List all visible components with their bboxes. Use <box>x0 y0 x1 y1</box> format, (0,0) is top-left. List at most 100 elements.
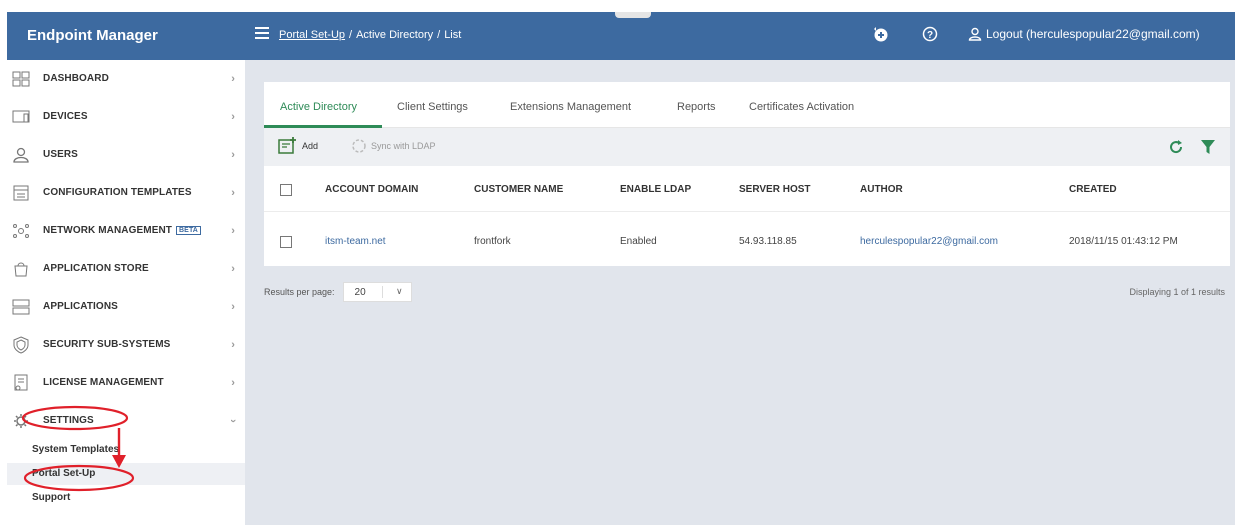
sidebar-item-settings[interactable]: SETTINGS › <box>7 402 245 439</box>
license-icon <box>11 374 31 392</box>
devices-icon <box>11 108 31 126</box>
sidebar-item-users[interactable]: USERS › <box>7 136 245 173</box>
toolbar: Add Sync with LDAP <box>264 128 1230 166</box>
shield-icon <box>11 335 31 354</box>
sidebar-subitem-support[interactable]: Support <box>7 487 245 509</box>
breadcrumb-active-directory: Active Directory <box>356 29 434 41</box>
add-document-icon <box>278 137 296 154</box>
tab-bar: Active Directory Client Settings Extensi… <box>264 82 1230 128</box>
breadcrumb-portal-setup[interactable]: Portal Set-Up <box>279 29 345 41</box>
sync-ldap-button[interactable]: Sync with LDAP <box>351 138 436 154</box>
row-checkbox[interactable] <box>280 236 292 248</box>
sidebar-item-devices[interactable]: DEVICES › <box>7 98 245 135</box>
server-host-cell: 54.93.118.85 <box>739 236 797 247</box>
pagination-controls: Results per page: 20 ∨ <box>264 282 412 302</box>
sidebar-item-license-management[interactable]: LICENSE MANAGEMENT › <box>7 364 245 401</box>
enable-ldap-cell: Enabled <box>620 236 657 247</box>
column-header-author[interactable]: AUTHOR <box>860 184 903 195</box>
sidebar-item-application-store[interactable]: APPLICATION STORE › <box>7 250 245 287</box>
add-widget-icon[interactable] <box>872 26 888 42</box>
select-all-checkbox[interactable] <box>280 184 292 196</box>
sidebar-item-security-sub-systems[interactable]: SECURITY SUB-SYSTEMS › <box>7 326 245 363</box>
add-button-label: Add <box>302 140 319 151</box>
created-cell: 2018/11/15 01:43:12 PM <box>1069 236 1178 247</box>
tab-certificates-activation[interactable]: Certificates Activation <box>749 101 854 113</box>
gear-icon <box>11 412 31 430</box>
sidebar-subitem-system-templates[interactable]: System Templates <box>7 439 245 461</box>
logout-label: Logout (herculespopular22@gmail.com) <box>986 27 1200 41</box>
help-icon[interactable]: ? <box>922 26 938 42</box>
sidebar-item-label: DEVICES <box>43 111 88 122</box>
results-summary: Displaying 1 of 1 results <box>1129 287 1225 297</box>
hamburger-menu-icon[interactable] <box>255 27 269 39</box>
chevron-down-icon: ∨ <box>395 286 403 296</box>
results-per-page-select[interactable]: 20 ∨ <box>342 282 412 302</box>
table-row[interactable]: itsm-team.net frontfork Enabled 54.93.11… <box>264 212 1230 264</box>
applications-icon <box>11 298 31 316</box>
tab-active-directory[interactable]: Active Directory <box>280 101 357 113</box>
chevron-down-icon: › <box>227 419 240 423</box>
beta-badge: BETA <box>176 226 201 235</box>
chevron-right-icon: › <box>231 377 235 389</box>
sidebar-item-label: APPLICATION STORE <box>43 263 149 274</box>
chevron-right-icon: › <box>231 339 235 351</box>
column-header-account-domain[interactable]: ACCOUNT DOMAIN <box>325 184 418 195</box>
chevron-right-icon: › <box>231 73 235 85</box>
sidebar-item-label: APPLICATIONS <box>43 301 118 312</box>
header-bar: Portal Set-Up / Active Directory / List ? Lo… <box>245 12 1235 60</box>
sidebar-item-dashboard[interactable]: DASHBOARD › <box>7 60 245 97</box>
tab-client-settings[interactable]: Client Settings <box>397 101 468 113</box>
app-brand: Endpoint Manager <box>7 12 245 60</box>
per-page-value: 20 <box>354 286 366 298</box>
column-header-server-host[interactable]: SERVER HOST <box>739 184 811 195</box>
tab-extensions-management[interactable]: Extensions Management <box>510 101 631 113</box>
column-header-enable-ldap[interactable]: ENABLE LDAP <box>620 184 691 195</box>
filter-icon[interactable] <box>1201 139 1215 155</box>
sidebar-item-label: LICENSE MANAGEMENT <box>43 377 164 388</box>
chevron-right-icon: › <box>231 187 235 199</box>
app-title: Endpoint Manager <box>27 27 158 44</box>
network-icon <box>11 222 31 240</box>
tab-reports[interactable]: Reports <box>677 101 716 113</box>
sidebar-item-applications[interactable]: APPLICATIONS › <box>7 288 245 325</box>
add-button[interactable]: Add <box>278 137 318 154</box>
breadcrumb-list: List <box>444 29 462 41</box>
sidebar-item-label: NETWORK MANAGEMENT <box>43 225 173 236</box>
sidebar-item-network-management[interactable]: NETWORK MANAGEMENT BETA › <box>7 212 245 249</box>
chevron-right-icon: › <box>231 301 235 313</box>
sidebar-item-label: USERS <box>43 149 78 160</box>
sync-icon <box>352 139 366 153</box>
chevron-right-icon: › <box>231 111 235 123</box>
store-icon <box>11 260 31 278</box>
sidebar-item-label: CONFIGURATION TEMPLATES <box>43 187 192 198</box>
results-per-page-label: Results per page: <box>264 287 335 297</box>
customer-name-cell: frontfork <box>474 236 511 247</box>
users-icon <box>11 146 31 164</box>
sync-ldap-label: Sync with LDAP <box>371 141 436 151</box>
main-content: Active Directory Client Settings Extensi… <box>245 60 1235 525</box>
column-header-created[interactable]: CREATED <box>1069 184 1117 195</box>
logout-link[interactable]: Logout (herculespopular22@gmail.com) <box>968 27 1200 41</box>
svg-text:?: ? <box>927 30 933 41</box>
templates-icon <box>11 184 31 202</box>
author-link[interactable]: herculespopular22@gmail.com <box>860 236 998 247</box>
column-header-customer-name[interactable]: CUSTOMER NAME <box>474 184 563 195</box>
account-domain-link[interactable]: itsm-team.net <box>325 236 386 247</box>
table-header: ACCOUNT DOMAIN CUSTOMER NAME ENABLE LDAP… <box>264 166 1230 212</box>
sidebar-item-label: DASHBOARD <box>43 73 109 84</box>
sidebar-subitem-portal-setup[interactable]: Portal Set-Up <box>7 463 245 485</box>
chevron-right-icon: › <box>231 225 235 237</box>
top-bar: Endpoint Manager Portal Set-Up / Active Di… <box>0 0 1235 60</box>
refresh-icon[interactable] <box>1168 139 1184 155</box>
breadcrumb: Portal Set-Up / Active Directory / List <box>279 29 462 41</box>
sidebar: DASHBOARD › DEVICES › USERS › CONFIGURAT… <box>7 60 245 525</box>
sidebar-item-label: SECURITY SUB-SYSTEMS <box>43 339 171 350</box>
sidebar-item-label: SETTINGS <box>43 415 94 426</box>
user-icon <box>968 27 982 41</box>
chevron-right-icon: › <box>231 263 235 275</box>
collapse-handle[interactable] <box>615 12 651 18</box>
sidebar-item-configuration-templates[interactable]: CONFIGURATION TEMPLATES › <box>7 174 245 211</box>
active-directory-panel: Active Directory Client Settings Extensi… <box>264 82 1230 266</box>
chevron-right-icon: › <box>231 149 235 161</box>
dashboard-icon <box>11 70 31 88</box>
